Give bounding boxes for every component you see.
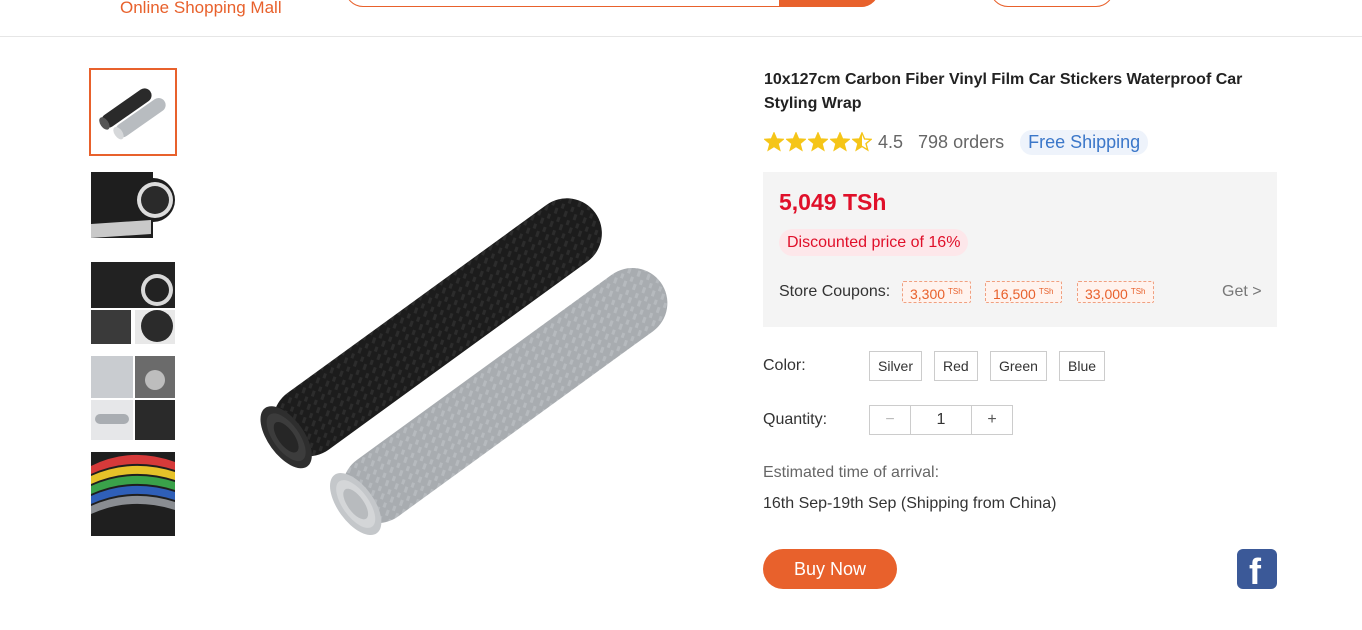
coupon-3[interactable]: 33,000 TSh [1077, 281, 1154, 303]
price: 5,049 TSh [779, 189, 887, 215]
quantity-input[interactable]: 1 [911, 406, 971, 434]
price-box: 5,049 TSh Discounted price of 16% Store … [763, 172, 1277, 327]
facebook-icon: f [1249, 551, 1261, 592]
get-coupons-link[interactable]: Get > [1222, 283, 1262, 301]
product-thumbnail-image [91, 452, 175, 536]
eta-value: 16th Sep-19th Sep (Shipping from China) [763, 495, 1057, 512]
star-icon [808, 132, 828, 152]
orders-count: 798 orders [918, 131, 1005, 152]
header: Online Shopping Mall [0, 0, 1362, 37]
color-option-silver[interactable]: Silver [869, 351, 923, 381]
coupon-unit: TSh [1038, 287, 1054, 296]
coupon-unit: TSh [948, 287, 963, 296]
product-thumbnail-image [91, 356, 175, 440]
rating-value: 4.5 [878, 131, 904, 152]
search-button[interactable] [779, 0, 879, 7]
brand-name[interactable]: Online Shopping Mall [120, 0, 282, 18]
thumbnail-1[interactable] [89, 68, 177, 156]
star-icon [764, 132, 784, 152]
thumbnail-4[interactable] [91, 356, 175, 440]
rating-row: 4.5 798 orders Free Shipping [764, 129, 1149, 155]
rating-stars [764, 132, 874, 152]
quantity-increment-button[interactable]: + [971, 406, 1012, 434]
thumbnail-2[interactable] [91, 164, 175, 248]
coupon-unit: TSh [1130, 287, 1146, 296]
star-icon [830, 132, 850, 152]
product-title: 10x127cm Carbon Fiber Vinyl Film Car Sti… [764, 71, 1243, 112]
product-image [260, 198, 668, 536]
free-shipping-badge: Free Shipping [1020, 129, 1149, 155]
coupon-amount: 3,300 [910, 286, 946, 302]
color-option-red[interactable]: Red [934, 351, 978, 381]
coupon-amount: 16,500 [993, 286, 1036, 302]
quantity-stepper: − 1 + [869, 405, 1013, 435]
star-icon [786, 132, 806, 152]
coupon-2[interactable]: 16,500 TSh [985, 281, 1062, 303]
color-option-blue[interactable]: Blue [1059, 351, 1106, 381]
buy-now-button[interactable]: Buy Now [763, 549, 897, 589]
thumbnail-5[interactable] [91, 452, 175, 536]
coupon-1[interactable]: 3,300 TSh [902, 281, 971, 303]
main-product-image[interactable] [190, 68, 720, 600]
color-label: Color: [763, 357, 806, 374]
search-input[interactable] [345, 0, 879, 7]
product-thumbnail-image [91, 260, 175, 344]
thumbnail-3[interactable] [91, 260, 175, 344]
header-account-button[interactable] [990, 0, 1114, 7]
discount-badge: Discounted price of 16% [779, 229, 969, 256]
facebook-share-button[interactable]: f [1237, 549, 1277, 592]
product-thumbnail-image [91, 70, 175, 154]
quantity-label: Quantity: [763, 411, 828, 428]
star-icon [852, 132, 872, 152]
quantity-decrement-button[interactable]: − [870, 406, 911, 434]
product-thumbnail-image [91, 164, 175, 248]
eta-label: Estimated time of arrival: [763, 464, 940, 481]
store-coupons-label: Store Coupons: [779, 283, 891, 300]
color-option-green[interactable]: Green [990, 351, 1047, 381]
coupon-amount: 33,000 [1085, 286, 1128, 302]
